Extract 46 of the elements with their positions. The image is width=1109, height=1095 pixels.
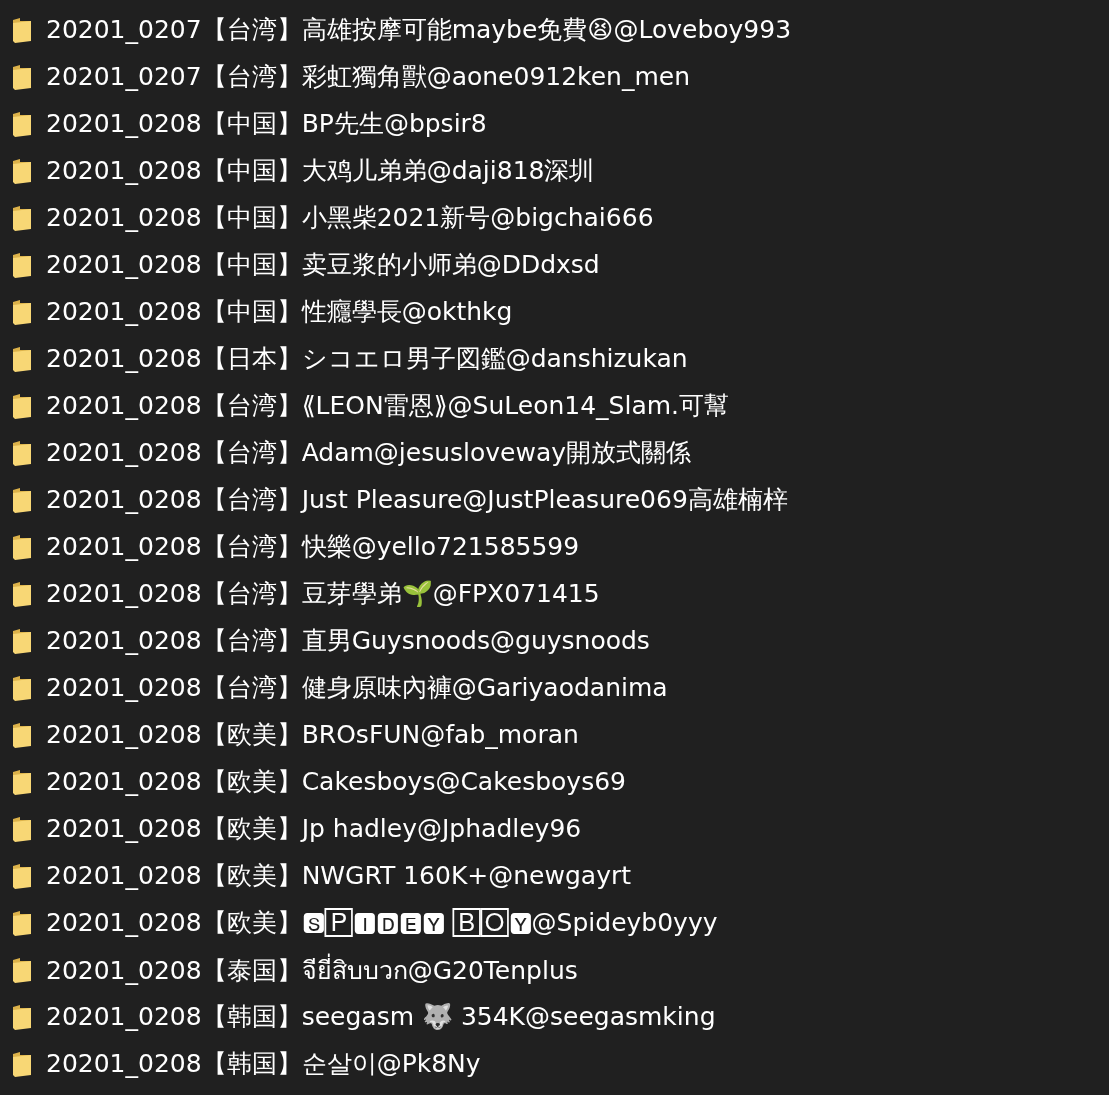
folder-icon (12, 862, 32, 889)
folder-name[interactable]: 20201_0208【中国】性癮學長@okthkg (46, 295, 513, 328)
folder-name[interactable]: 20201_0208【台湾】豆芽學弟🌱@FPX071415 (46, 577, 600, 610)
folder-name[interactable]: 20201_0207【台湾】彩虹獨角獸@aone0912ken_men (46, 60, 690, 93)
folder-name[interactable]: 20201_0207【台湾】高雄按摩可能maybe免費😫@Loveboy993 (46, 13, 792, 46)
folder-name[interactable]: 20201_0208【台湾】快樂@yello721585599 (46, 530, 580, 563)
folder-icon (12, 157, 32, 184)
folder-name[interactable]: 20201_0208【欧美】Cakesboys@Cakesboys69 (46, 765, 626, 798)
folder-icon (12, 392, 32, 419)
folder-icon (12, 345, 32, 372)
folder-name[interactable]: 20201_0208【台湾】Adam@jesusloveway開放式關係 (46, 436, 692, 469)
folder-icon (12, 204, 32, 231)
folder-name[interactable]: 20201_0208【欧美】BROsFUN@fab_moran (46, 718, 579, 751)
folder-name[interactable]: 20201_0208【台湾】⟪LEON雷恩⟫@SuLeon14_Slam.可幫 (46, 389, 730, 422)
folder-icon (12, 721, 32, 748)
folder-icon (12, 486, 32, 513)
folder-icon (12, 815, 32, 842)
folder-name[interactable]: 20201_0208【台湾】直男Guysnoods@guysnoods (46, 624, 650, 657)
folder-icon (12, 768, 32, 795)
folder-name[interactable]: 20201_0208【台湾】健身原味內褲@Gariyaodanima (46, 671, 668, 704)
folder-name[interactable]: 20201_0208【韩国】순살이@Pk8Ny (46, 1047, 481, 1080)
folder-icon (12, 580, 32, 607)
folder-icon (12, 298, 32, 325)
folder-name[interactable]: 20201_0208【泰国】จียี่สิบบวก@G20Tenplus (46, 949, 578, 990)
folder-icon (12, 251, 32, 278)
folder-name[interactable]: 20201_0208【中国】大鸡儿弟弟@daji818深圳 (46, 154, 595, 187)
folder-icon (12, 63, 32, 90)
folder-name[interactable]: 20201_0208【台湾】Just Pleasure@JustPleasure069高雄楠梓 (46, 483, 788, 516)
folder-name[interactable]: 20201_0208【中国】卖豆浆的小师弟@DDdxsd (46, 248, 600, 281)
folder-icon (12, 110, 32, 137)
folder-name[interactable]: 20201_0208【欧美】🆂🄿🅸🅳🅴🆈 🄱🄾🆈@Spideyb0yyy (46, 906, 718, 939)
folder-name[interactable]: 20201_0208【日本】シコエロ男子図鑑@danshizukan (46, 342, 688, 375)
folder-icon (12, 909, 32, 936)
folder-icon (12, 439, 32, 466)
folder-name[interactable]: 20201_0208【中国】BP先生@bpsir8 (46, 107, 487, 140)
folder-name[interactable]: 20201_0208【韩国】seegasm 🐺 354K@seegasmking (46, 1000, 716, 1033)
folder-icon (12, 1050, 32, 1077)
folder-icon (12, 533, 32, 560)
folder-icon (12, 956, 32, 983)
folder-name[interactable]: 20201_0208【欧美】NWGRT 160K+@newgayrt (46, 859, 631, 892)
folder-icon (12, 674, 32, 701)
folder-name[interactable]: 20201_0208【欧美】Jp hadley@Jphadley96 (46, 812, 582, 845)
folder-icon (12, 1003, 32, 1030)
folder-icon (12, 16, 32, 43)
folder-icon (12, 627, 32, 654)
folder-name[interactable]: 20201_0208【中国】小黑柴2021新号@bigchai666 (46, 201, 654, 234)
